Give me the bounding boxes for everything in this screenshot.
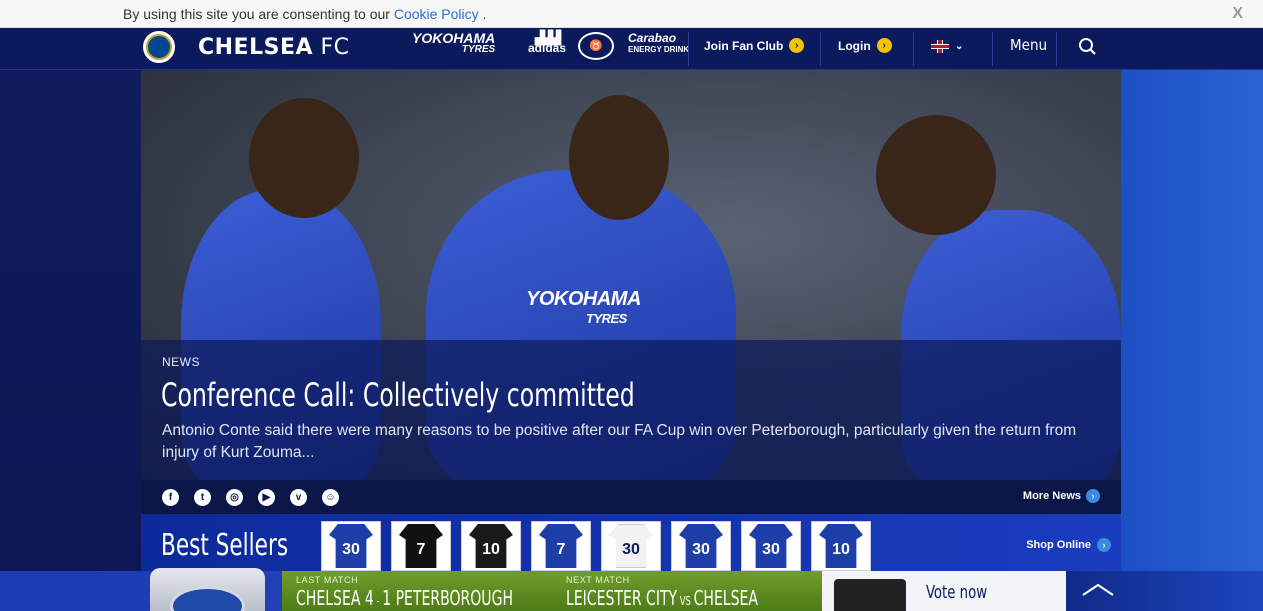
best-sellers-strip: Best Sellers 30 7 10 7 30 30 30 10 Shop … — [141, 514, 1121, 571]
twitter-icon[interactable]: t — [194, 489, 211, 506]
nav-divider — [1056, 32, 1057, 66]
join-fan-club-button[interactable]: Join Fan Club › — [704, 38, 805, 53]
more-news-link[interactable]: More News › — [1023, 489, 1100, 503]
snapchat-icon[interactable]: ☺ — [322, 489, 339, 506]
product-shirt[interactable]: 10 — [461, 521, 521, 571]
tablet-image — [834, 579, 906, 611]
next-match-fixture: LEICESTER CITY VS CHELSEA — [566, 586, 759, 610]
nav-divider — [688, 32, 689, 66]
sponsor-carabao[interactable]: Carabao ENERGY DRINK — [628, 32, 689, 55]
product-shirt[interactable]: 30 — [321, 521, 381, 571]
scroll-top-button[interactable] — [1066, 571, 1263, 611]
youtube-icon[interactable]: ▶ — [258, 489, 275, 506]
nav-divider — [913, 32, 914, 66]
arrow-right-icon: › — [1086, 489, 1100, 503]
hero-player-head — [876, 115, 996, 235]
facebook-icon[interactable]: f — [162, 489, 179, 506]
product-shirt[interactable]: 30 — [741, 521, 801, 571]
last-match-score: CHELSEA 4 - 1 PETERBOROUGH — [296, 586, 514, 610]
language-selector[interactable]: ⌄ — [931, 40, 963, 53]
product-shirt[interactable]: 7 — [391, 521, 451, 571]
vote-now-label: Vote now — [926, 582, 988, 603]
hero-description: Antonio Conte said there were many reaso… — [162, 422, 1077, 461]
uk-flag-icon — [931, 40, 949, 53]
watch-promo[interactable] — [0, 568, 282, 611]
watch-image — [150, 568, 265, 611]
page-background-left — [0, 70, 141, 611]
best-sellers-title: Best Sellers — [161, 528, 289, 563]
chelsea-crest-logo[interactable] — [141, 29, 177, 65]
vote-panel[interactable]: Vote now — [822, 571, 1066, 611]
sponsor-adidas[interactable]: ▟▟▟ adidas — [528, 31, 566, 54]
chevron-down-icon: ⌄ — [955, 41, 964, 52]
nav-divider — [820, 32, 821, 66]
cookie-text: By using this site you are consenting to… — [123, 6, 487, 22]
hero-player-head — [249, 98, 359, 218]
arrow-right-icon: › — [1097, 538, 1111, 552]
product-shirt[interactable]: 30 — [671, 521, 731, 571]
social-bar: f t ◎ ▶ v ☺ More News › — [141, 480, 1121, 514]
sponsor-bull-logo[interactable]: ♉ — [578, 32, 614, 60]
cookie-banner: By using this site you are consenting to… — [0, 0, 1263, 28]
page-background-right — [1121, 70, 1263, 611]
search-icon[interactable] — [1078, 37, 1098, 57]
product-shirt[interactable]: 10 — [811, 521, 871, 571]
arrow-right-icon: › — [876, 38, 892, 53]
site-brand[interactable]: CHELSEA FC — [198, 35, 350, 60]
hero-title[interactable]: Conference Call: Collectively committed — [161, 376, 635, 414]
cookie-close-button[interactable]: X — [1232, 5, 1243, 23]
next-match-label: NEXT MATCH — [566, 575, 630, 585]
hero-player-head — [569, 95, 669, 220]
chevron-up-icon — [1082, 583, 1114, 596]
arrow-right-icon: › — [789, 38, 805, 53]
hero-category: NEWS — [162, 355, 200, 369]
next-match-panel[interactable]: NEXT MATCH LEICESTER CITY VS CHELSEA — [552, 571, 822, 611]
instagram-icon[interactable]: ◎ — [226, 489, 243, 506]
product-shirt[interactable]: 30 — [601, 521, 661, 571]
cookie-policy-link[interactable]: Cookie Policy — [394, 6, 479, 22]
last-match-label: LAST MATCH — [296, 575, 359, 585]
vine-icon[interactable]: v — [290, 489, 307, 506]
hero-banner[interactable]: YOKOHAMA TYRES NEWS Conference Call: Coll… — [141, 70, 1121, 480]
site-header: CHELSEA FC YOKOHAMA TYRES ▟▟▟ adidas ♉ Car… — [0, 28, 1263, 70]
bottom-strip: LAST MATCH CHELSEA 4 - 1 PETERBOROUGH NE… — [0, 568, 1263, 611]
product-shirt[interactable]: 7 — [531, 521, 591, 571]
menu-button[interactable]: Menu — [1010, 36, 1047, 54]
jersey-sponsor-text: YOKOHAMA TYRES — [526, 288, 641, 326]
last-match-panel[interactable]: LAST MATCH CHELSEA 4 - 1 PETERBOROUGH — [282, 571, 552, 611]
shop-online-link[interactable]: Shop Online › — [1026, 538, 1111, 552]
login-button[interactable]: Login › — [838, 38, 892, 53]
sponsor-yokohama[interactable]: YOKOHAMA TYRES — [412, 31, 495, 55]
nav-divider — [992, 32, 993, 66]
